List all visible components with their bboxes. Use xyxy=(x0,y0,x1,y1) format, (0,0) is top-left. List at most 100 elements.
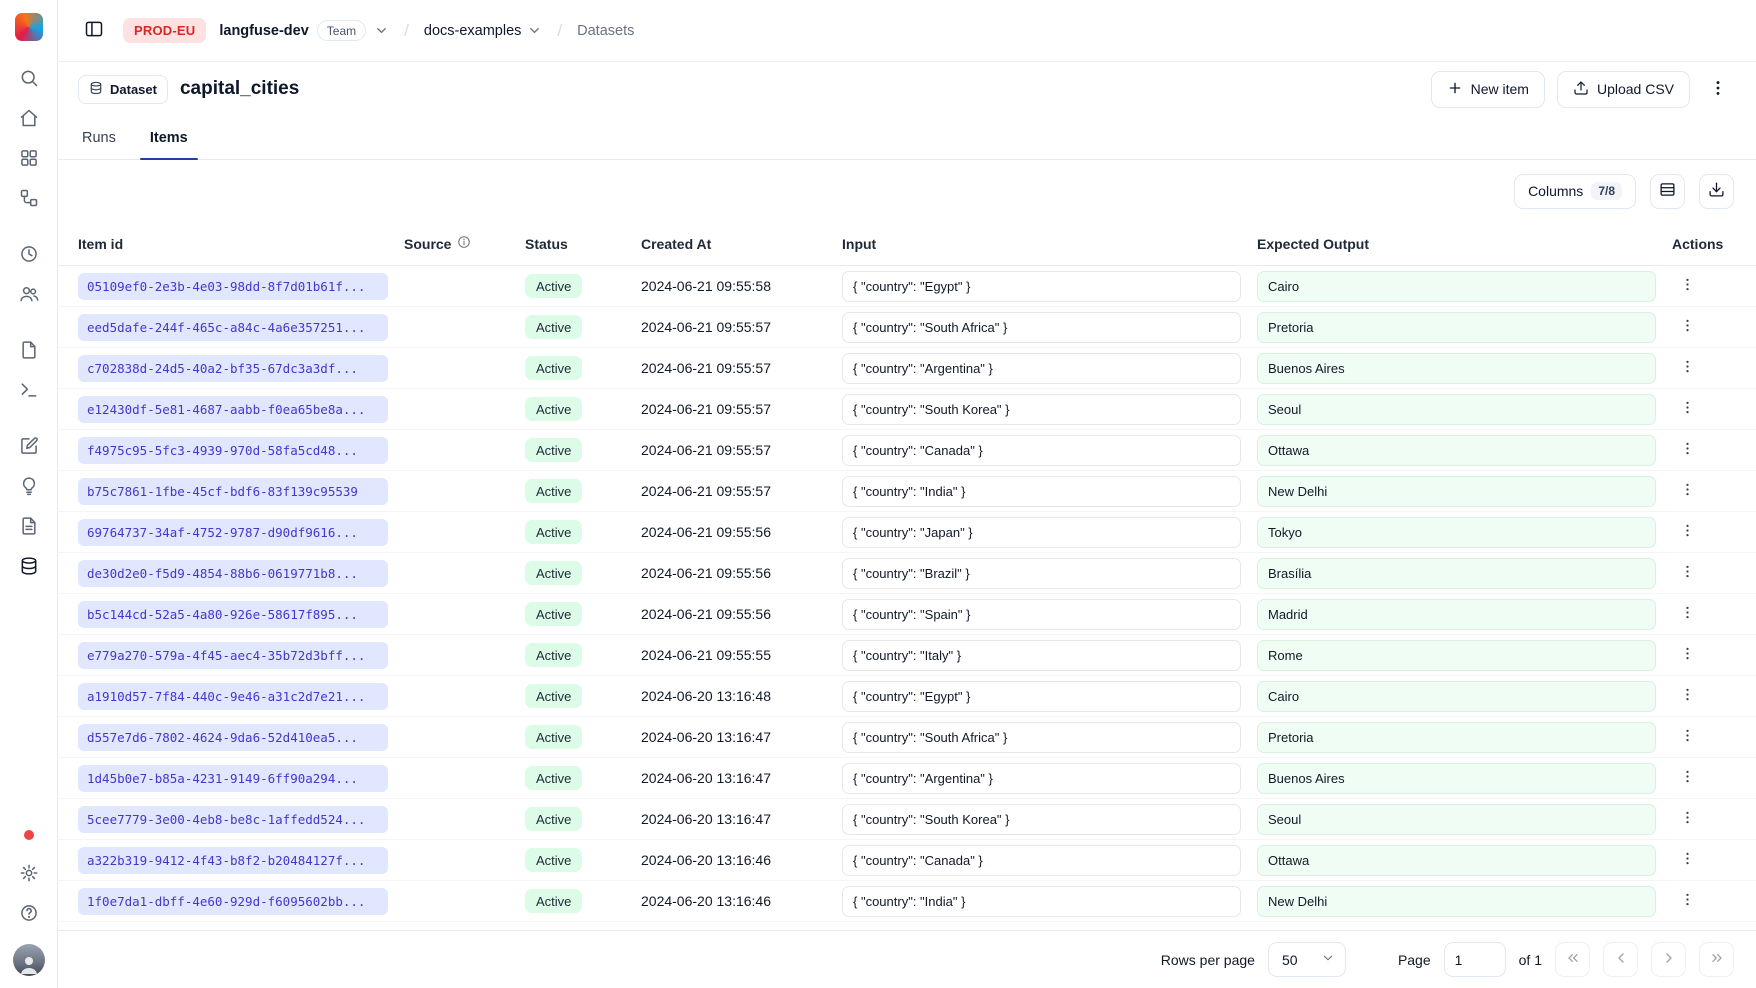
column-header-created-at[interactable]: Created At xyxy=(641,236,826,252)
first-page-button[interactable] xyxy=(1555,942,1590,977)
row-actions-button[interactable] xyxy=(1672,640,1702,670)
row-actions-button[interactable] xyxy=(1672,271,1702,301)
column-header-item-id[interactable]: Item id xyxy=(78,236,388,252)
previous-page-button[interactable] xyxy=(1603,942,1638,977)
item-id-cell: d557e7d6-7802-4624-9da6-52d410ea5... xyxy=(78,724,388,751)
sidebar-toggle-button[interactable] xyxy=(78,15,110,47)
item-id-link[interactable]: 69764737-34af-4752-9787-d90df9616... xyxy=(78,519,388,546)
status-badge: Active xyxy=(525,889,582,913)
row-actions-button[interactable] xyxy=(1672,435,1702,465)
input-value: { "country": "Argentina" } xyxy=(842,353,1241,384)
item-id-link[interactable]: a322b319-9412-4f43-b8f2-b20484127f... xyxy=(78,847,388,874)
item-id-link[interactable]: a1910d57-7f84-440c-9e46-a31c2d7e21... xyxy=(78,683,388,710)
project-switcher[interactable]: docs-examples xyxy=(424,23,543,39)
status-cell: Active xyxy=(525,848,625,872)
status-dot-icon[interactable] xyxy=(24,830,34,840)
column-header-status[interactable]: Status xyxy=(525,236,625,252)
item-id-link[interactable]: 1f0e7da1-dbff-4e60-929d-f6095602bb... xyxy=(78,888,388,915)
status-cell: Active xyxy=(525,479,625,503)
upload-csv-button[interactable]: Upload CSV xyxy=(1557,71,1690,108)
row-actions-button[interactable] xyxy=(1672,845,1702,875)
info-icon[interactable] xyxy=(457,235,471,252)
next-page-button[interactable] xyxy=(1651,942,1686,977)
new-item-button[interactable]: New item xyxy=(1431,71,1545,108)
dots-vertical-icon xyxy=(1679,276,1696,296)
last-page-button[interactable] xyxy=(1699,942,1734,977)
item-id-link[interactable]: 5cee7779-3e00-4eb8-be8c-1affedd524... xyxy=(78,806,388,833)
item-id-link[interactable]: b75c7861-1fbe-45cf-bdf6-83f139c95539 xyxy=(78,478,388,505)
columns-label: Columns xyxy=(1528,183,1583,199)
item-id-link[interactable]: e12430df-5e81-4687-aabb-f0ea65be8a... xyxy=(78,396,388,423)
input-cell: { "country": "Japan" } xyxy=(842,517,1241,548)
sidebar-item-playground[interactable] xyxy=(10,372,48,410)
row-actions-button[interactable] xyxy=(1672,558,1702,588)
item-id-link[interactable]: b5c144cd-52a5-4a80-926e-58617f895... xyxy=(78,601,388,628)
page-number-input[interactable] xyxy=(1444,942,1506,977)
user-avatar[interactable] xyxy=(13,944,45,976)
column-header-input[interactable]: Input xyxy=(842,236,1241,252)
expected-output-cell: New Delhi xyxy=(1257,476,1656,507)
tab-items[interactable]: Items xyxy=(148,130,190,159)
sidebar-item-support[interactable] xyxy=(10,895,48,933)
table-toolbar: Columns 7/8 xyxy=(58,160,1756,222)
row-actions-button[interactable] xyxy=(1672,394,1702,424)
sidebar-item-annotation[interactable] xyxy=(10,468,48,506)
row-actions-button[interactable] xyxy=(1672,599,1702,629)
input-cell: { "country": "India" } xyxy=(842,476,1241,507)
item-id-link[interactable]: 1d45b0e7-b85a-4231-9149-6ff90a294... xyxy=(78,765,388,792)
dots-vertical-icon xyxy=(1679,317,1696,337)
sidebar-item-sessions[interactable] xyxy=(10,236,48,274)
row-actions-button[interactable] xyxy=(1672,353,1702,383)
database-icon xyxy=(89,81,103,98)
export-button[interactable] xyxy=(1699,174,1734,209)
row-actions-button[interactable] xyxy=(1672,681,1702,711)
row-actions-button[interactable] xyxy=(1672,722,1702,752)
sidebar-item-prompts[interactable] xyxy=(10,332,48,370)
table-header-row: Item id Source Status Created At Input E… xyxy=(58,222,1756,266)
item-id-link[interactable]: 05109ef0-2e3b-4e03-98dd-8f7d01b61f... xyxy=(78,273,388,300)
row-actions-button[interactable] xyxy=(1672,312,1702,342)
actions-cell xyxy=(1672,435,1736,465)
input-value: { "country": "India" } xyxy=(842,476,1241,507)
langfuse-logo[interactable] xyxy=(15,13,43,41)
sidebar-item-users[interactable] xyxy=(10,276,48,314)
input-value: { "country": "Italy" } xyxy=(842,640,1241,671)
sidebar-item-home[interactable] xyxy=(10,100,48,138)
row-actions-button[interactable] xyxy=(1672,763,1702,793)
breadcrumb-current-page[interactable]: Datasets xyxy=(577,23,634,39)
tab-runs[interactable]: Runs xyxy=(80,130,118,159)
rows-per-page-select[interactable]: 50 xyxy=(1268,942,1346,977)
org-switcher[interactable]: langfuse-dev Team xyxy=(219,20,389,41)
actions-cell xyxy=(1672,476,1736,506)
sidebar-item-search[interactable] xyxy=(10,60,48,98)
page-more-actions-button[interactable] xyxy=(1702,73,1734,105)
column-header-source[interactable]: Source xyxy=(404,235,509,252)
status-badge: Active xyxy=(525,684,582,708)
status-badge: Active xyxy=(525,479,582,503)
item-id-link[interactable]: d557e7d6-7802-4624-9da6-52d410ea5... xyxy=(78,724,388,751)
column-header-actions: Actions xyxy=(1672,236,1736,252)
row-actions-button[interactable] xyxy=(1672,804,1702,834)
item-id-link[interactable]: eed5dafe-244f-465c-a84c-4a6e357251... xyxy=(78,314,388,341)
row-actions-button[interactable] xyxy=(1672,886,1702,916)
sidebar-item-settings[interactable] xyxy=(10,855,48,893)
plus-icon xyxy=(1447,80,1463,99)
item-id-link[interactable]: de30d2e0-f5d9-4854-88b6-0619771b8... xyxy=(78,560,388,587)
sidebar-item-datasets[interactable] xyxy=(10,548,48,586)
sidebar-item-documentation[interactable] xyxy=(10,508,48,546)
dots-vertical-icon xyxy=(1679,727,1696,747)
row-actions-button[interactable] xyxy=(1672,476,1702,506)
page-title: capital_cities xyxy=(180,78,299,100)
item-id-link[interactable]: f4975c95-5fc3-4939-970d-58fa5cd48... xyxy=(78,437,388,464)
row-actions-button[interactable] xyxy=(1672,517,1702,547)
row-height-button[interactable] xyxy=(1650,174,1685,209)
column-header-expected-output[interactable]: Expected Output xyxy=(1257,236,1656,252)
item-id-link[interactable]: e779a270-579a-4f45-aec4-35b72d3bff... xyxy=(78,642,388,669)
columns-button[interactable]: Columns 7/8 xyxy=(1514,174,1636,209)
sidebar-item-evaluation[interactable] xyxy=(10,428,48,466)
sidebar-item-dashboards[interactable] xyxy=(10,140,48,178)
page-count-label: of 1 xyxy=(1519,952,1542,968)
sidebar-item-tracing[interactable] xyxy=(10,180,48,218)
item-id-link[interactable]: c702838d-24d5-40a2-bf35-67dc3a3df... xyxy=(78,355,388,382)
dataset-type-badge: Dataset xyxy=(78,75,168,104)
